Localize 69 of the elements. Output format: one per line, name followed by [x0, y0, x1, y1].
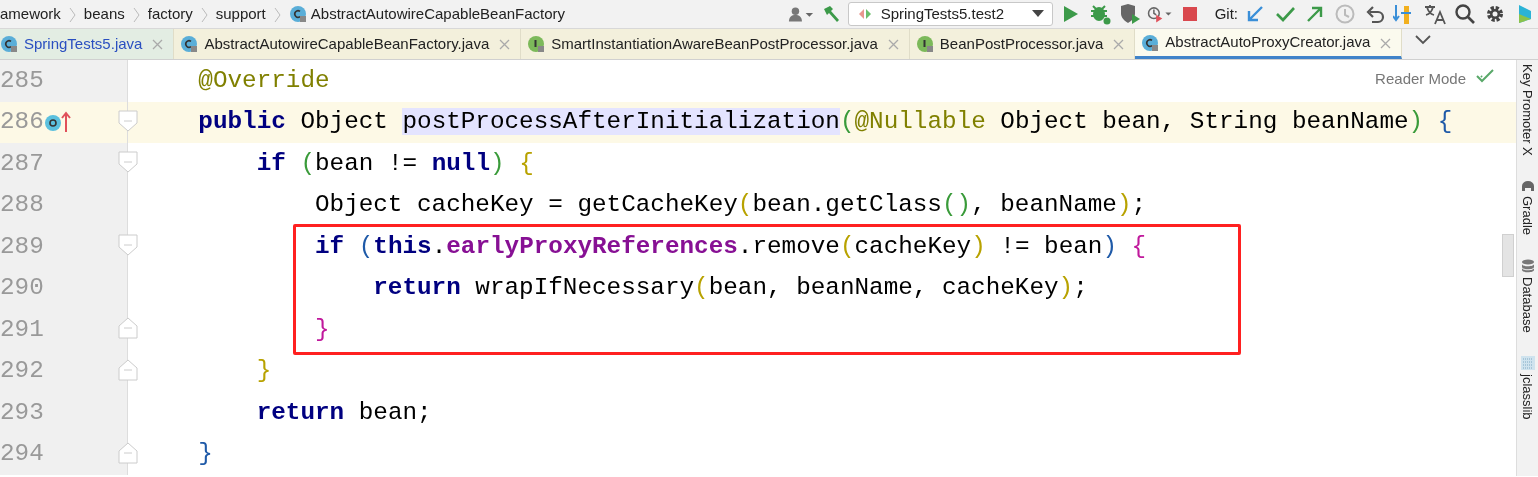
plugin-logo-icon[interactable]	[1519, 3, 1531, 25]
caret-icon	[1031, 10, 1044, 18]
code-line: if (bean != null) {	[255, 148, 534, 179]
history-icon[interactable]	[1334, 3, 1356, 25]
interface-icon	[915, 35, 934, 53]
line-number: 294	[0, 433, 44, 475]
tool-window-button[interactable]: Key Promoter X	[1517, 64, 1538, 156]
tool-window-button[interactable]: jclasslib	[1517, 374, 1538, 420]
class-icon	[0, 35, 18, 53]
chevron-right-icon	[132, 6, 140, 23]
run-configuration-dropdown[interactable]: SpringTests5.test2	[847, 2, 1053, 26]
chevron-right-icon	[200, 6, 208, 23]
line-number: 293	[0, 392, 44, 434]
fold-marker-icon[interactable]	[118, 358, 138, 381]
line-number: 287	[0, 143, 44, 185]
breadcrumb-package[interactable]: beans	[83, 2, 125, 26]
breadcrumb-package[interactable]: support	[215, 2, 266, 26]
code-line: }	[197, 439, 213, 470]
bug-icon[interactable]	[1088, 3, 1111, 25]
code-line: if (this.earlyProxyReferences.remove(cacheKey) != bean) {	[313, 231, 1147, 262]
tool-window-button[interactable]: Gradle	[1517, 195, 1538, 235]
settings-icon[interactable]	[1484, 3, 1506, 25]
bytecode-icon	[1520, 356, 1535, 371]
code-line: }	[255, 356, 272, 387]
class-icon	[1141, 33, 1160, 52]
inspection-check-icon[interactable]	[1476, 68, 1494, 84]
fold-marker-icon[interactable]	[118, 317, 138, 339]
stop-icon[interactable]	[1180, 5, 1199, 23]
revert-icon[interactable]	[1364, 3, 1386, 25]
line-number: 288	[0, 184, 44, 226]
code-line: return bean;	[255, 397, 432, 428]
tool-window-button[interactable]: Database	[1517, 276, 1538, 333]
translate-icon[interactable]	[1423, 3, 1447, 25]
interface-icon	[527, 35, 546, 53]
chevron-right-icon	[68, 6, 76, 23]
breadcrumb-package[interactable]: factory	[147, 2, 193, 26]
line-number: 290	[0, 267, 44, 309]
fold-marker-icon[interactable]	[118, 151, 138, 173]
chevron-down-icon[interactable]	[1415, 35, 1432, 45]
code-line: }	[313, 314, 330, 345]
class-icon	[180, 35, 199, 53]
file-tab[interactable]: SpringTests5.java	[0, 29, 175, 59]
scrollbar-thumb[interactable]	[1502, 234, 1514, 277]
search-icon[interactable]	[1454, 3, 1476, 25]
shield-run-icon[interactable]	[1118, 3, 1141, 25]
file-tab[interactable]: AbstractAutoProxyCreator.java	[1135, 29, 1403, 59]
git-label: Git:	[1214, 3, 1238, 24]
line-number: 291	[0, 309, 44, 351]
file-tab[interactable]: AbstractAutowireCapableBeanFactory.java	[174, 29, 522, 59]
chevron-right-icon	[273, 6, 281, 23]
file-tab[interactable]: BeanPostProcessor.java	[909, 29, 1136, 59]
reader-mode-link[interactable]: Reader Mode	[1375, 68, 1466, 91]
fold-marker-icon[interactable]	[118, 441, 138, 464]
file-tab[interactable]: SmartInstantiationAwareBeanPostProcessor.java	[521, 29, 910, 59]
code-line: Object cacheKey = getCacheKey(bean.getClass(), beanName);	[313, 190, 1147, 221]
fold-marker-icon[interactable]	[118, 234, 138, 256]
class-icon	[288, 5, 307, 23]
code-line: @Override	[197, 65, 330, 96]
override-marker-icon[interactable]	[44, 110, 72, 135]
line-number: 285	[0, 60, 44, 102]
user-icon[interactable]	[787, 5, 814, 23]
elephant-icon	[1520, 179, 1535, 192]
line-number: 289	[0, 226, 44, 268]
breadcrumb-class[interactable]: AbstractAutowireCapableBeanFactory	[310, 2, 566, 26]
breadcrumb-package[interactable]: amework	[0, 2, 61, 26]
database-icon	[1520, 258, 1535, 273]
code-line: return wrapIfNecessary(bean, beanName, cacheKey);	[372, 273, 1088, 304]
fold-marker-icon[interactable]	[118, 109, 138, 132]
line-number: 292	[0, 350, 44, 392]
